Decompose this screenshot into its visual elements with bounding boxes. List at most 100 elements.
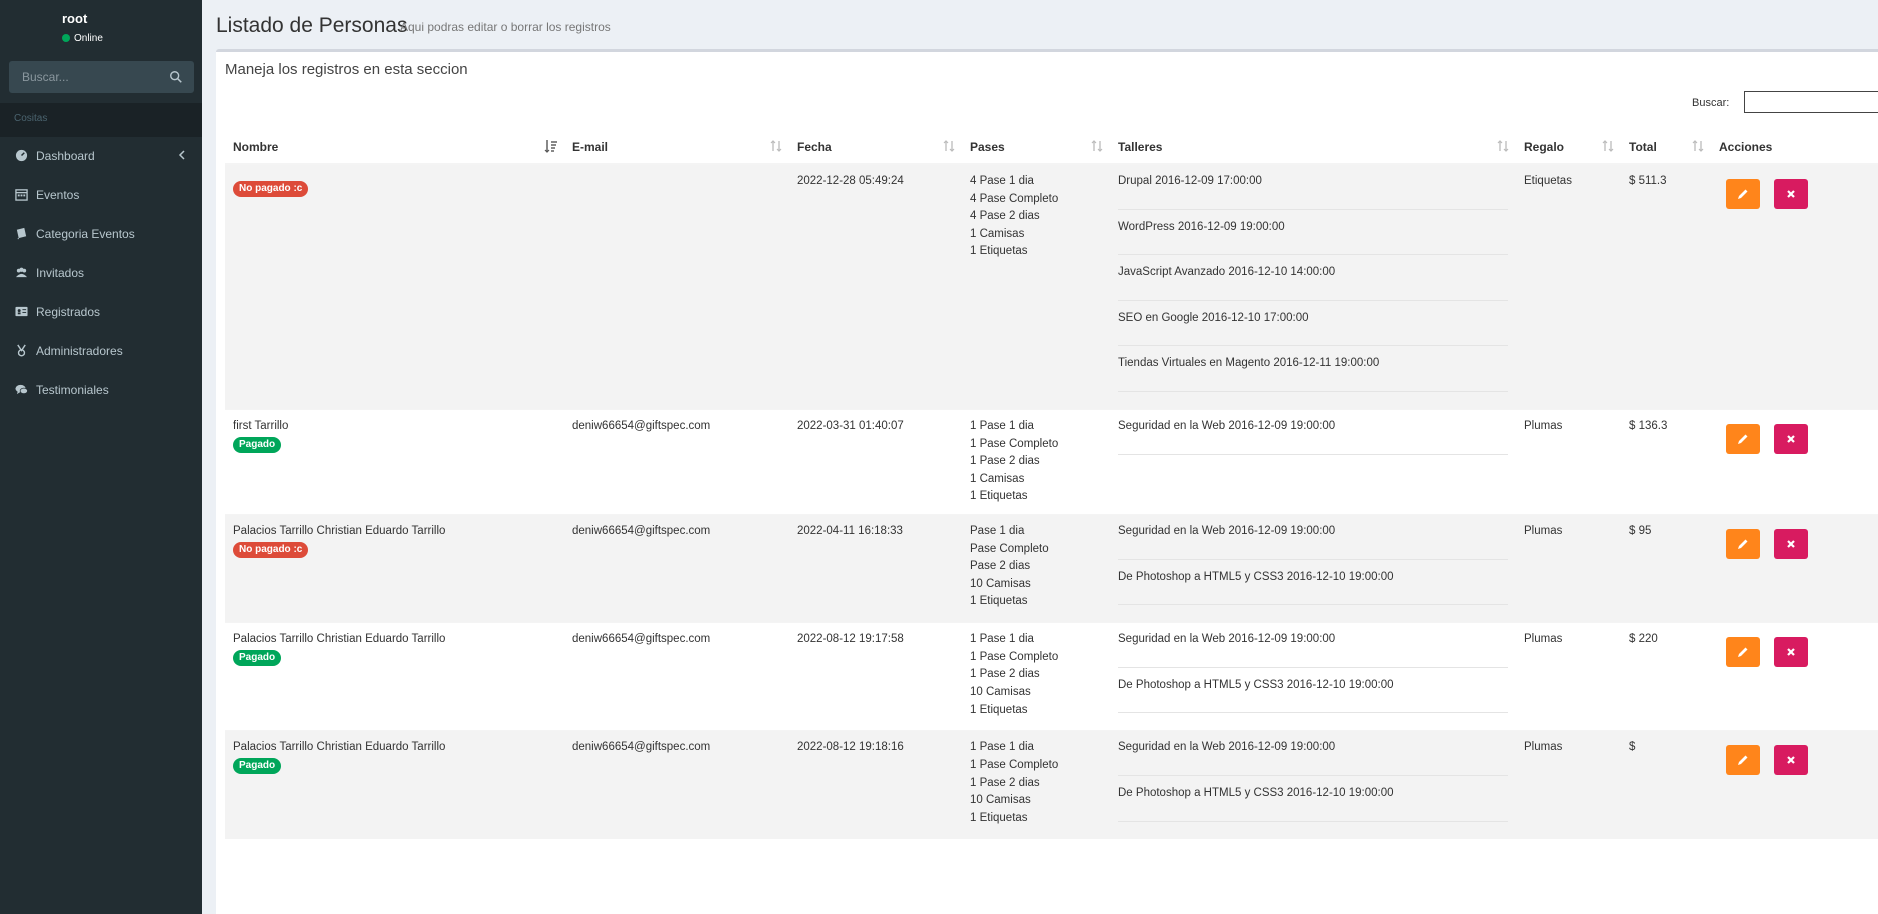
edit-button[interactable] [1726,528,1760,559]
column-header-acciones[interactable]: Acciones [1711,130,1878,165]
table-search-input[interactable] [1744,91,1878,113]
registrant-email: deniw66654@giftspec.com [572,633,711,646]
search-icon[interactable] [169,70,183,84]
table-row: first Tarrillo Pagado deniw66654@giftspec… [225,408,1878,515]
sidebar-search-form [9,61,194,93]
sidebar-item-categoria-eventos[interactable]: Categoria Eventos [0,215,202,254]
table-header-row: Nombre E-mail Fecha Pases Talleres Regal… [225,130,1878,165]
pencil-icon [1738,434,1748,444]
column-header-fecha[interactable]: Fecha [789,130,962,165]
cell-total: $ 511.3 [1621,163,1711,410]
table-row: Palacios Tarrillo Christian Eduardo Tarr… [225,730,1878,839]
pass-item: 1 Etiquetas [970,490,1028,503]
cell-email: deniw66654@giftspec.com [564,408,789,515]
workshop-item: De Photoshop a HTML5 y CSS3 2016-12-10 1… [1118,677,1508,714]
pass-item: 10 Camisas [970,685,1031,698]
pass-item: Pase 2 dias [970,560,1031,573]
edit-button[interactable] [1726,179,1760,209]
sidebar-item-testimoniales[interactable]: Testimoniales [0,371,202,410]
sidebar-menu: Dashboard Eventos Categoria Eventos Invi… [0,137,202,410]
delete-button[interactable] [1774,528,1808,559]
sort-icon [1602,140,1614,152]
edit-button[interactable] [1726,423,1760,454]
edit-button[interactable] [1726,745,1760,776]
sidebar-item-dashboard[interactable]: Dashboard [0,137,202,176]
registration-date: 2022-03-31 01:40:07 [797,419,904,432]
workshop-item: Seguridad en la Web 2016-12-09 19:00:00 [1118,523,1508,560]
records-box: Maneja los registros en esta seccion Bus… [216,49,1878,914]
cell-talleres: Seguridad en la Web 2016-12-09 19:00:00 D… [1110,730,1516,839]
page-subtitle: Aqui podras editar o borrar los registro… [400,20,611,34]
gift: Plumas [1524,419,1563,432]
cell-acciones [1711,622,1878,731]
sidebar-item-label: Dashboard [36,149,95,163]
id-card-icon [15,306,28,317]
sidebar-search-input[interactable] [10,62,160,92]
workshop-item: Tiendas Virtuales en Magento 2016-12-11 … [1118,355,1508,392]
pass-item: 1 Etiquetas [970,703,1028,716]
sort-icon [1692,140,1704,152]
pass-item: 1 Pase 2 dias [970,776,1040,789]
pass-item: 1 Pase 1 dia [970,419,1034,432]
sidebar-item-registrados[interactable]: Registrados [0,293,202,332]
sidebar-item-label: Registrados [36,305,101,319]
pass-item: 1 Etiquetas [970,811,1028,824]
column-header-total[interactable]: Total [1621,130,1711,165]
column-header-nombre[interactable]: Nombre [225,130,564,165]
column-header-email[interactable]: E-mail [564,130,789,165]
sort-asc-icon [544,140,557,153]
cell-total: $ 220 [1621,622,1711,731]
pass-item: Pase 1 dia [970,524,1025,537]
column-header-label: Total [1629,139,1657,154]
pass-item: 1 Pase 2 dias [970,455,1040,468]
cell-fecha: 2022-04-11 16:18:33 [789,513,962,623]
pencil-icon [1738,539,1748,549]
table-row: No pagado :c 2022-12-28 05:49:24 4 Pase … [225,163,1878,410]
close-icon [1787,540,1795,548]
cell-nombre: Palacios Tarrillo Christian Eduardo Tarr… [225,513,564,623]
workshop-item: JavaScript Avanzado 2016-12-10 14:00:00 [1118,264,1508,301]
delete-button[interactable] [1774,423,1808,454]
registrant-email: deniw66654@giftspec.com [572,524,711,537]
delete-button[interactable] [1774,179,1808,209]
delete-button[interactable] [1774,637,1808,668]
sidebar-item-invitados[interactable]: Invitados [0,254,202,293]
column-header-talleres[interactable]: Talleres [1110,130,1516,165]
sidebar-item-administradores[interactable]: Administradores [0,332,202,371]
cell-talleres: Seguridad en la Web 2016-12-09 19:00:00 D… [1110,513,1516,623]
cell-email: deniw66654@giftspec.com [564,730,789,839]
comments-icon [15,384,28,395]
table-row: Palacios Tarrillo Christian Eduardo Tarr… [225,622,1878,731]
calendar-icon [15,189,28,201]
edit-button[interactable] [1726,637,1760,668]
cell-nombre: Palacios Tarrillo Christian Eduardo Tarr… [225,622,564,731]
pass-item: 1 Camisas [970,472,1025,485]
workshop-item: Drupal 2016-12-09 17:00:00 [1118,173,1508,210]
sidebar-header: Cositas [0,103,202,137]
pass-item: 4 Pase 2 dias [970,210,1040,223]
column-header-label: Talleres [1118,139,1163,154]
column-header-regalo[interactable]: Regalo [1516,130,1621,165]
workshop-item: SEO en Google 2016-12-10 17:00:00 [1118,310,1508,347]
main-content: Listado de Personas Aqui podras editar o… [202,0,1878,914]
payment-status-badge: Pagado [233,649,282,666]
sort-icon [1497,140,1509,152]
registrant-name: first Tarrillo [233,419,289,432]
cell-fecha: 2022-08-12 19:17:58 [789,622,962,731]
registrant-email: deniw66654@giftspec.com [572,419,711,432]
registration-date: 2022-08-12 19:17:58 [797,633,904,646]
total-amount: $ 511.3 [1629,175,1667,187]
sidebar-item-eventos[interactable]: Eventos [0,176,202,215]
cell-email: deniw66654@giftspec.com [564,513,789,623]
column-header-pases[interactable]: Pases [962,130,1110,165]
column-header-label: Regalo [1524,139,1565,154]
registrant-name [233,173,556,180]
pass-item: 1 Etiquetas [970,245,1028,258]
medal-icon [17,344,26,357]
column-header-label: Pases [970,139,1005,154]
workshop-item: De Photoshop a HTML5 y CSS3 2016-12-10 1… [1118,785,1508,822]
users-icon [15,267,28,278]
cell-total: $ 136.3 [1621,408,1711,515]
cell-regalo: Plumas [1516,513,1621,623]
delete-button[interactable] [1774,745,1808,776]
